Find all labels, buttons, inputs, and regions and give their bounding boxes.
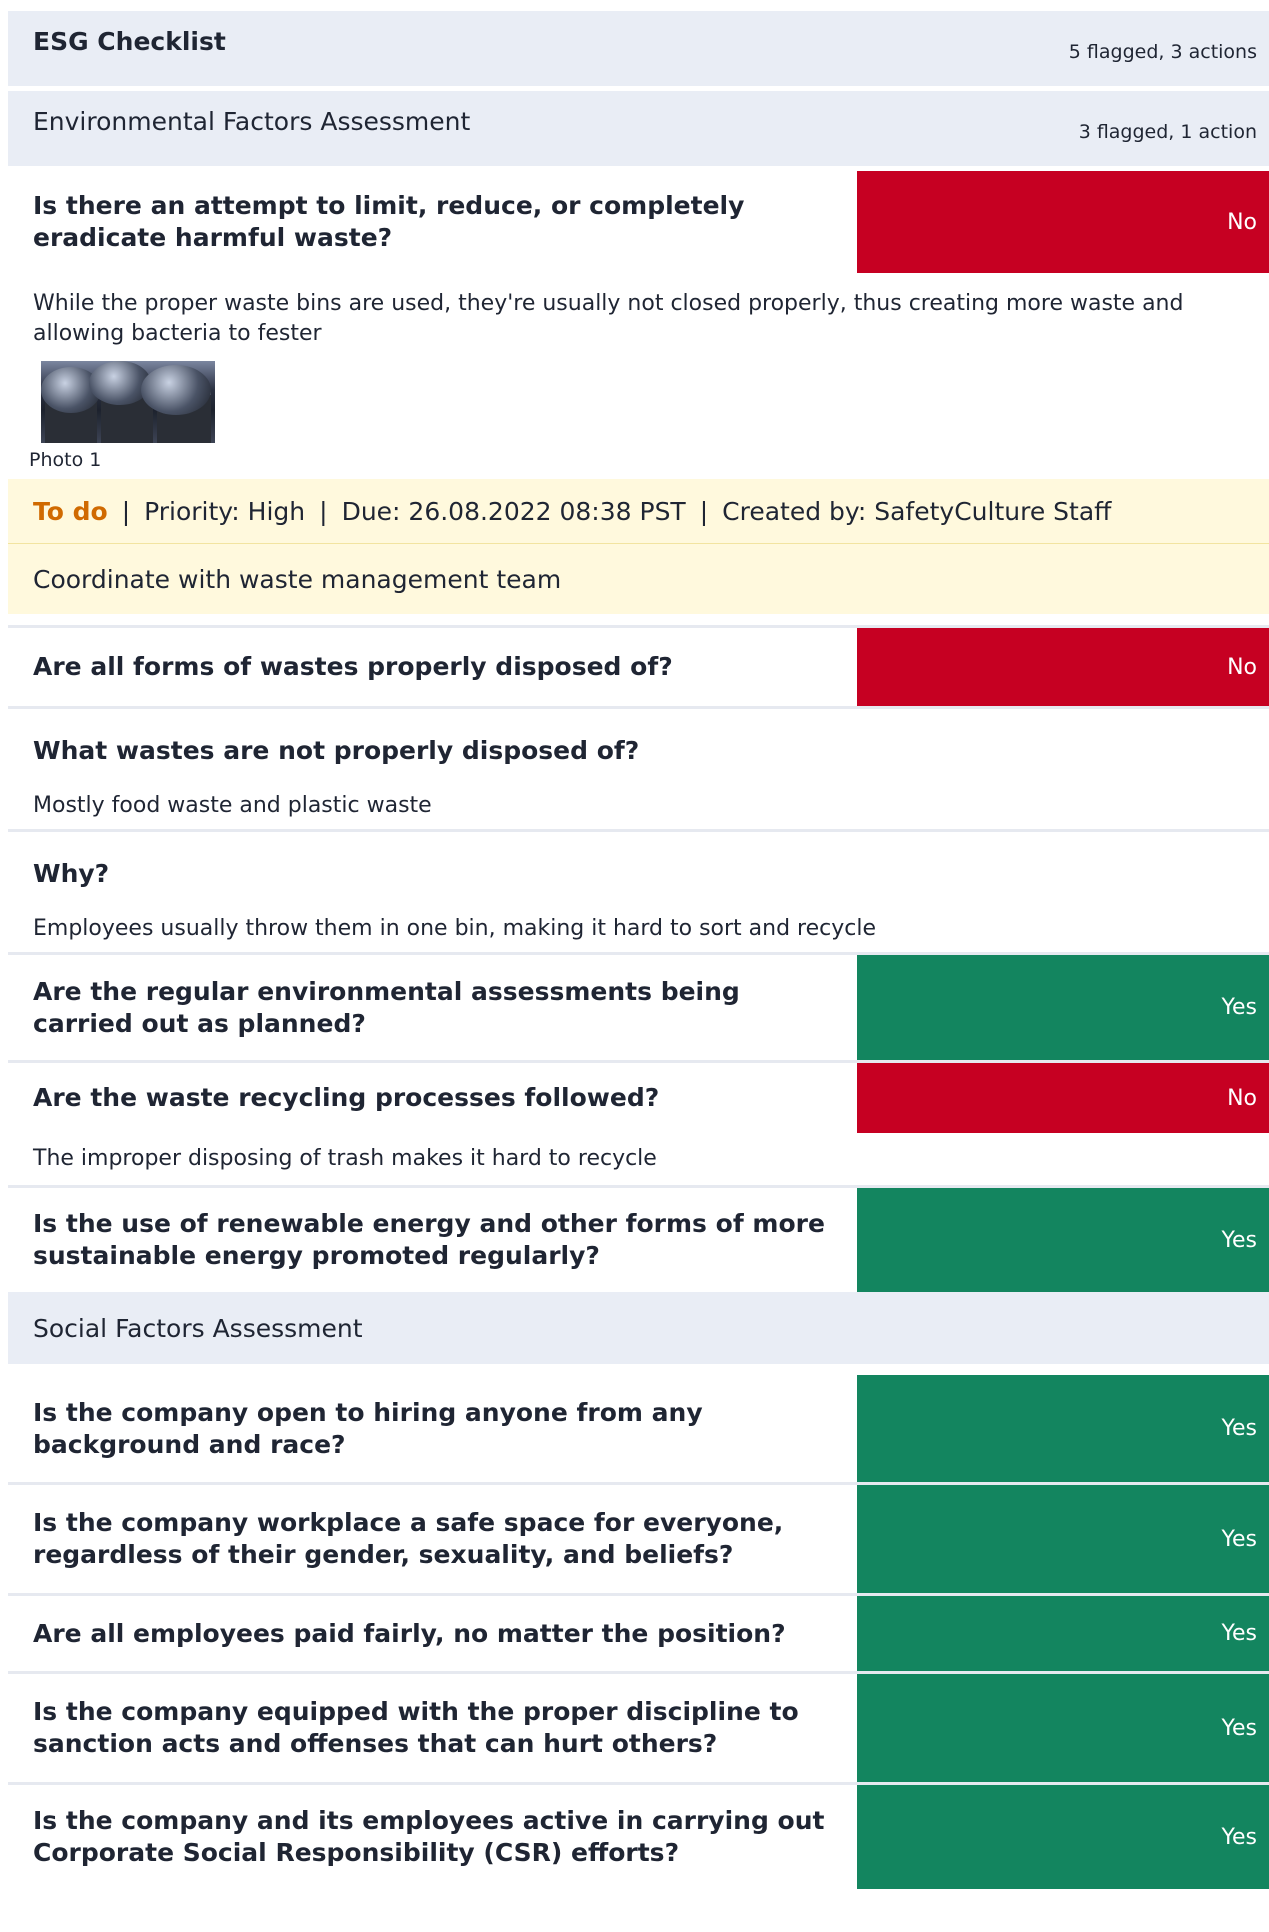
photo-attachment[interactable]: [8, 361, 1269, 443]
action-card[interactable]: To do | Priority: High | Due: 26.08.2022…: [8, 479, 1269, 614]
answer-badge[interactable]: Yes: [857, 1674, 1269, 1782]
question-text: Is the company workplace a safe space fo…: [33, 1508, 784, 1569]
question-row: Is the company and its employees active …: [8, 1785, 1269, 1889]
separator: |: [319, 496, 328, 526]
question-row: Are the waste recycling processes follow…: [8, 1063, 1269, 1133]
question-text: Are the regular environmental assessment…: [33, 976, 740, 1038]
question-text: Is the company open to hiring anyone fro…: [33, 1397, 703, 1459]
section-header-environmental[interactable]: Environmental Factors Assessment 3 flagg…: [8, 91, 1269, 166]
answer-badge[interactable]: Yes: [857, 955, 1269, 1060]
section-title: Social Factors Assessment: [33, 1313, 363, 1343]
question-row: Is the company open to hiring anyone fro…: [8, 1375, 1269, 1485]
section-header-social[interactable]: Social Factors Assessment: [8, 1292, 1269, 1364]
section-title: Environmental Factors Assessment: [33, 107, 471, 136]
sub-question-text: What wastes are not properly disposed of…: [33, 735, 640, 765]
action-created-by: Created by: SafetyCulture Staff: [722, 496, 1112, 526]
sub-question-text: Why?: [33, 858, 110, 888]
question-note: The improper disposing of trash makes it…: [33, 1146, 657, 1171]
action-meta: To do | Priority: High | Due: 26.08.2022…: [8, 479, 1269, 544]
sub-question-answer: Mostly food waste and plastic waste: [33, 793, 432, 818]
report: ESG Checklist 5 flagged, 3 actions Envir…: [8, 11, 1269, 1889]
answer-badge[interactable]: No: [857, 628, 1269, 706]
question-row: Is the company workplace a safe space fo…: [8, 1485, 1269, 1596]
question-row: Are the regular environmental assessment…: [8, 955, 1269, 1063]
question-text: Is the company equipped with the proper …: [33, 1697, 799, 1758]
action-status: To do: [33, 496, 108, 526]
question-row: Are all employees paid fairly, no matter…: [8, 1596, 1269, 1674]
action-priority: Priority: High: [144, 496, 306, 526]
checklist-header: ESG Checklist 5 flagged, 3 actions: [8, 11, 1269, 86]
checklist-title: ESG Checklist: [33, 27, 226, 56]
question-text: Are all forms of wastes properly dispose…: [33, 652, 673, 681]
action-title: Coordinate with waste management team: [33, 564, 562, 594]
separator: |: [699, 496, 709, 526]
waste-bins-photo[interactable]: [41, 361, 215, 443]
checklist-summary: 5 flagged, 3 actions: [1068, 40, 1257, 63]
answer-badge[interactable]: Yes: [857, 1485, 1269, 1593]
photo-caption: Photo 1: [29, 449, 102, 471]
answer-badge[interactable]: Yes: [857, 1596, 1269, 1671]
question-row: Is the company equipped with the proper …: [8, 1674, 1269, 1785]
question-row: Are all forms of wastes properly dispose…: [8, 625, 1269, 709]
separator: |: [121, 496, 131, 526]
section-summary: 3 flagged, 1 action: [1078, 120, 1257, 143]
action-due: Due: 26.08.2022 08:38 PST: [341, 496, 686, 526]
question-text: Is there an attempt to limit, reduce, or…: [33, 191, 745, 252]
question-text: Is the company and its employees active …: [33, 1806, 825, 1867]
answer-badge[interactable]: Yes: [857, 1785, 1269, 1889]
question-text: Are the waste recycling processes follow…: [33, 1083, 660, 1112]
question-note: While the proper waste bins are used, th…: [33, 291, 1184, 346]
answer-badge[interactable]: No: [857, 1063, 1269, 1133]
answer-badge[interactable]: Yes: [857, 1375, 1269, 1482]
question-text: Are all employees paid fairly, no matter…: [33, 1618, 786, 1648]
sub-question-answer: Employees usually throw them in one bin,…: [33, 916, 877, 941]
answer-badge[interactable]: Yes: [857, 1188, 1269, 1292]
question-row: Is the use of renewable energy and other…: [8, 1188, 1269, 1292]
question-row: Is there an attempt to limit, reduce, or…: [8, 171, 1269, 273]
question-text: Is the use of renewable energy and other…: [33, 1209, 825, 1270]
answer-badge[interactable]: No: [857, 171, 1269, 273]
